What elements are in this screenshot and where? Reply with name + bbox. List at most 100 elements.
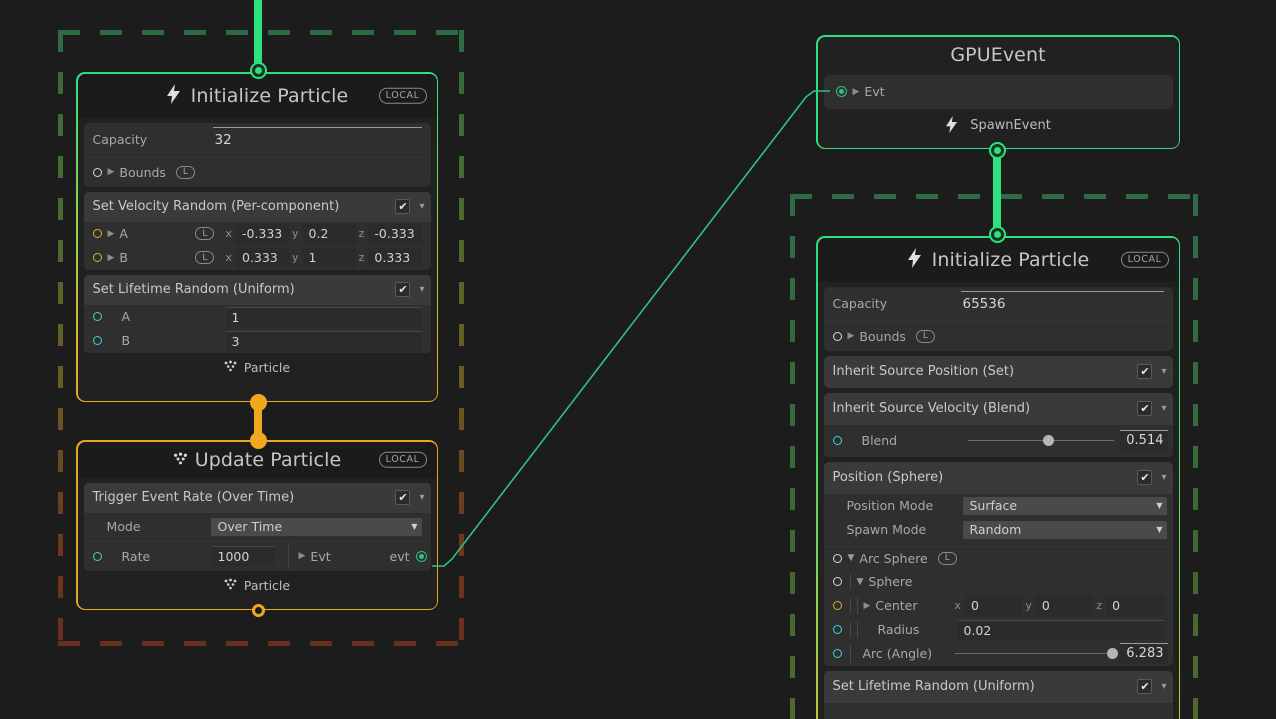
blend-port[interactable] bbox=[833, 436, 842, 445]
rate-field[interactable]: 1000 bbox=[212, 546, 274, 566]
velocity-a-space-badge[interactable]: L bbox=[195, 227, 214, 240]
velocity-b-z-field[interactable]: 0.333 bbox=[368, 248, 421, 268]
block-header[interactable]: Set Lifetime Random (Uniform) ✔ ▾ bbox=[824, 671, 1173, 703]
block-header[interactable]: Set Velocity Random (Per-component) ✔ ▾ bbox=[84, 192, 431, 222]
chevron-down-icon[interactable]: ▾ bbox=[419, 284, 424, 295]
arc-angle-port[interactable] bbox=[833, 649, 842, 658]
triangle-down-icon[interactable]: ▼ bbox=[848, 553, 855, 563]
chevron-down-icon[interactable]: ▾ bbox=[1161, 403, 1166, 414]
row-velocity-a[interactable]: ▶ A L x -0.333 y 0.2 z -0.333 bbox=[84, 222, 431, 246]
block-enable-checkbox[interactable]: ✔ bbox=[395, 490, 410, 505]
row-lifetime-b[interactable]: B 3 bbox=[84, 329, 431, 353]
spawn-mode-dropdown[interactable]: Random ▼ bbox=[963, 521, 1167, 539]
row-arc-sphere[interactable]: ▼ Arc Sphere L bbox=[824, 546, 1173, 570]
triangle-right-icon[interactable]: ▶ bbox=[864, 601, 871, 611]
chevron-down-icon[interactable]: ▾ bbox=[1161, 366, 1166, 377]
slider-knob[interactable] bbox=[1043, 435, 1054, 446]
row-mode[interactable]: Mode Over Time ▼ bbox=[84, 513, 431, 541]
block-set-lifetime-random-right[interactable]: Set Lifetime Random (Uniform) ✔ ▾ bbox=[824, 671, 1173, 719]
capacity-field[interactable]: 32 bbox=[213, 127, 422, 153]
arc-sphere-space-badge[interactable]: L bbox=[938, 552, 957, 565]
lifetime-a-field[interactable]: 1 bbox=[226, 307, 422, 327]
block-inherit-source-velocity[interactable]: Inherit Source Velocity (Blend) ✔ ▾ Blen… bbox=[824, 393, 1173, 457]
flow-input-port-init-left[interactable] bbox=[252, 64, 265, 77]
evt-output-port[interactable] bbox=[416, 551, 427, 562]
triangle-right-icon[interactable]: ▶ bbox=[299, 551, 306, 561]
center-port[interactable] bbox=[833, 601, 842, 610]
block-enable-checkbox[interactable]: ✔ bbox=[1137, 679, 1152, 694]
capacity-field[interactable]: 65536 bbox=[961, 291, 1164, 317]
chevron-down-icon[interactable]: ▾ bbox=[419, 492, 424, 503]
row-sphere[interactable]: ▼ Sphere bbox=[824, 570, 1173, 594]
triangle-right-icon[interactable]: ▶ bbox=[108, 167, 115, 177]
block-header[interactable]: Position (Sphere) ✔ ▾ bbox=[824, 462, 1173, 494]
chevron-down-icon[interactable]: ▾ bbox=[419, 201, 424, 212]
blend-slider[interactable] bbox=[968, 433, 1114, 449]
velocity-a-y-field[interactable]: 0.2 bbox=[303, 224, 356, 244]
block-set-lifetime-random[interactable]: Set Lifetime Random (Uniform) ✔ ▾ A 1 B … bbox=[84, 275, 431, 353]
lifetime-a-port[interactable] bbox=[93, 312, 102, 321]
sphere-port[interactable] bbox=[833, 577, 842, 586]
chevron-down-icon[interactable]: ▾ bbox=[1161, 472, 1166, 483]
block-position-sphere[interactable]: Position (Sphere) ✔ ▾ Position Mode Surf… bbox=[824, 462, 1173, 666]
bounds-port[interactable] bbox=[93, 168, 102, 177]
radius-port[interactable] bbox=[833, 625, 842, 634]
block-enable-checkbox[interactable]: ✔ bbox=[395, 199, 410, 214]
row-arc-angle[interactable]: Arc (Angle) 6.283 bbox=[824, 642, 1173, 666]
velocity-b-space-badge[interactable]: L bbox=[195, 251, 214, 264]
row-capacity[interactable]: Capacity 32 bbox=[84, 123, 431, 157]
space-badge[interactable]: LOCAL bbox=[379, 451, 427, 468]
row-position-mode[interactable]: Position Mode Surface ▼ bbox=[824, 494, 1173, 518]
row-velocity-b[interactable]: ▶ B L x 0.333 y 1 z 0.333 bbox=[84, 246, 431, 270]
flow-output-port-init-left[interactable] bbox=[252, 396, 265, 409]
lifetime-b-field[interactable]: 3 bbox=[226, 331, 422, 351]
radius-field[interactable]: 0.02 bbox=[958, 620, 1164, 640]
row-lifetime-a[interactable]: A 1 bbox=[84, 305, 431, 329]
row-evt-input[interactable]: ▶ Evt bbox=[824, 75, 1173, 109]
block-header[interactable]: Set Lifetime Random (Uniform) ✔ ▾ bbox=[84, 275, 431, 305]
row-radius[interactable]: Radius 0.02 bbox=[824, 618, 1173, 642]
flow-input-port-update-left[interactable] bbox=[252, 434, 265, 447]
bounds-port[interactable] bbox=[833, 332, 842, 341]
row-bounds[interactable]: ▶ Bounds L bbox=[84, 157, 431, 187]
node-gpuevent[interactable]: GPUEvent ▶ Evt SpawnEvent bbox=[816, 35, 1180, 149]
center-z-field[interactable]: 0 bbox=[1106, 596, 1163, 616]
chevron-down-icon[interactable]: ▾ bbox=[1161, 681, 1166, 692]
row-rate[interactable]: Rate 1000 ▶ Evt evt bbox=[84, 541, 431, 571]
flow-output-port-gpuevent[interactable] bbox=[991, 144, 1004, 157]
bounds-space-badge[interactable]: L bbox=[176, 166, 195, 179]
triangle-right-icon[interactable]: ▶ bbox=[848, 331, 855, 341]
block-gpuevent-evt[interactable]: ▶ Evt bbox=[824, 75, 1173, 109]
blend-value-field[interactable]: 0.514 bbox=[1120, 430, 1168, 451]
block-header[interactable]: Trigger Event Rate (Over Time) ✔ ▾ bbox=[84, 483, 431, 513]
node-initialize-particle-right[interactable]: Initialize Particle LOCAL Capacity 65536… bbox=[816, 236, 1180, 719]
bounds-space-badge[interactable]: L bbox=[916, 330, 935, 343]
center-x-field[interactable]: 0 bbox=[965, 596, 1022, 616]
velocity-b-y-field[interactable]: 1 bbox=[303, 248, 356, 268]
row-bounds[interactable]: ▶ Bounds L bbox=[824, 321, 1173, 351]
block-enable-checkbox[interactable]: ✔ bbox=[1137, 364, 1152, 379]
velocity-b-x-field[interactable]: 0.333 bbox=[236, 248, 289, 268]
slider-knob[interactable] bbox=[1107, 648, 1118, 659]
velocity-a-port[interactable] bbox=[93, 229, 102, 238]
flow-input-port-init-right[interactable] bbox=[991, 228, 1004, 241]
space-badge[interactable]: LOCAL bbox=[1121, 251, 1169, 268]
triangle-right-icon[interactable]: ▶ bbox=[853, 87, 860, 97]
position-mode-dropdown[interactable]: Surface ▼ bbox=[963, 497, 1167, 515]
node-initialize-particle-left[interactable]: Initialize Particle LOCAL Capacity 32 ▶ … bbox=[76, 72, 438, 402]
arc-sphere-port[interactable] bbox=[833, 554, 842, 563]
velocity-a-z-field[interactable]: -0.333 bbox=[368, 224, 421, 244]
block-inherit-source-position[interactable]: Inherit Source Position (Set) ✔ ▾ bbox=[824, 356, 1173, 388]
block-enable-checkbox[interactable]: ✔ bbox=[1137, 470, 1152, 485]
row-center[interactable]: ▶ Center x 0 y 0 z 0 bbox=[824, 594, 1173, 618]
center-y-field[interactable]: 0 bbox=[1036, 596, 1093, 616]
space-badge[interactable]: LOCAL bbox=[379, 87, 427, 104]
node-update-particle-left[interactable]: Update Particle LOCAL Trigger Event Rate… bbox=[76, 440, 438, 610]
vfx-graph-canvas[interactable]: Initialize Particle LOCAL Capacity 32 ▶ … bbox=[0, 0, 1276, 719]
lifetime-b-port[interactable] bbox=[93, 336, 102, 345]
block-header[interactable]: Inherit Source Position (Set) ✔ ▾ bbox=[824, 356, 1173, 388]
block-enable-checkbox[interactable]: ✔ bbox=[1137, 401, 1152, 416]
velocity-b-port[interactable] bbox=[93, 253, 102, 262]
triangle-right-icon[interactable]: ▶ bbox=[108, 229, 115, 239]
arc-angle-slider[interactable] bbox=[955, 646, 1116, 662]
